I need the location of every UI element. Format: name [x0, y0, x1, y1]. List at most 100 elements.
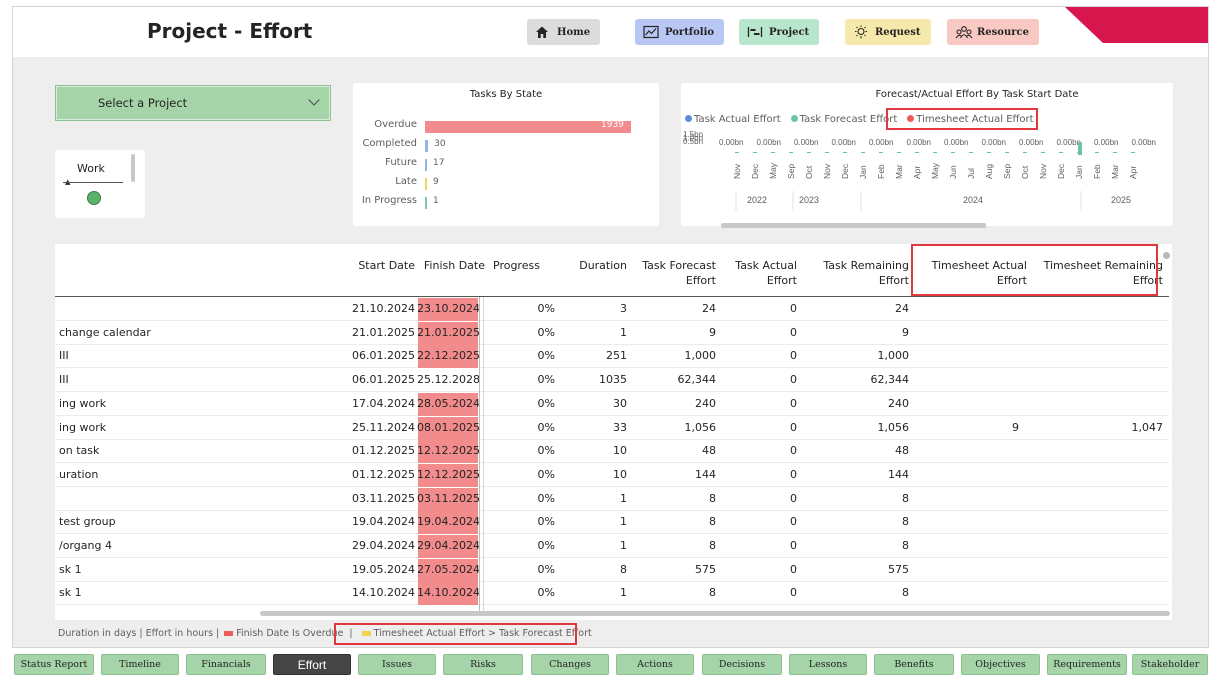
tab-lessons[interactable]: Lessons — [789, 654, 867, 675]
tab-timeline[interactable]: Timeline — [101, 654, 179, 675]
cell-remaining: 62,344 — [870, 373, 910, 387]
column-header[interactable]: Task Actual Effort — [735, 258, 797, 288]
column-header[interactable]: Progress — [493, 258, 540, 273]
nav-resource-button[interactable]: Resource — [947, 19, 1039, 45]
cell-ts-remaining: 1,047 — [1131, 420, 1164, 434]
tab-decisions[interactable]: Decisions — [702, 654, 782, 675]
cell-remaining: 240 — [888, 396, 909, 410]
column-header-line1: Duration — [579, 259, 627, 272]
tab-benefits[interactable]: Benefits — [874, 654, 954, 675]
nav-home-button[interactable]: Home — [527, 19, 601, 45]
footnote-overdue: Finish Date Is Overdue — [236, 628, 344, 639]
table-row[interactable]: ing work 25.11.2024 08.01.2025 0% 33 1,056 0 1,… — [55, 416, 1169, 440]
data-label: 0.00bn — [757, 138, 781, 147]
cell-actual: 0 — [790, 420, 797, 434]
baseline-mark — [1077, 152, 1081, 153]
cell-finish: 03.11.2025 — [417, 491, 480, 505]
table-row[interactable]: ing work 17.04.2024 28.05.2024 0% 30 240 0 240 — [55, 392, 1169, 416]
tasks-state-bar[interactable] — [425, 178, 427, 190]
tab-financials[interactable]: Financials — [186, 654, 266, 675]
baseline-mark — [789, 152, 793, 153]
cell-actual: 0 — [790, 396, 797, 410]
highlight-footnote-box — [334, 623, 577, 645]
cell-progress: 0% — [537, 325, 555, 339]
month-tick-label: Jun — [948, 165, 958, 179]
series-bar — [1078, 142, 1082, 155]
column-header[interactable]: Start Date — [358, 258, 415, 273]
cell-finish: 29.04.2024 — [417, 539, 480, 552]
task-name-cell: /organg 4 — [59, 539, 112, 552]
nav-project-button[interactable]: Project — [739, 19, 820, 45]
table-row[interactable]: III 06.01.2025 22.12.2025 0% 251 1,000 0 1,000 — [55, 345, 1169, 369]
cell-actual: 0 — [790, 586, 797, 600]
table-row[interactable]: sk 1 19.05.2024 27.05.2024 0% 8 575 0 575 — [55, 558, 1169, 582]
legend-dot-icon — [685, 115, 692, 122]
tab-actions[interactable]: Actions — [616, 654, 694, 675]
tasks-state-row[interactable]: Completed 30 — [353, 138, 659, 154]
overdue-swatch — [224, 631, 234, 636]
column-header[interactable]: Task Forecast Effort — [642, 258, 716, 288]
tasks-state-row[interactable]: Overdue 1939 — [353, 119, 659, 135]
tab-issues[interactable]: Issues — [358, 654, 436, 675]
lightbulb-icon — [853, 25, 867, 39]
tasks-state-row[interactable]: Late 9 — [353, 176, 659, 192]
cell-remaining: 144 — [888, 467, 909, 481]
tab-effort[interactable]: Effort — [273, 654, 351, 675]
data-label: 0.00bn — [1019, 138, 1043, 147]
tasks-state-row[interactable]: Future 17 — [353, 157, 659, 173]
work-scrollbar[interactable] — [131, 154, 135, 182]
legend-item[interactable]: Task Actual Effort — [685, 114, 781, 125]
tasks-state-bar[interactable] — [425, 140, 429, 152]
baseline-mark — [1005, 152, 1009, 153]
vertical-scroll-thumb[interactable] — [1163, 252, 1170, 259]
cell-duration: 10 — [613, 444, 627, 458]
tasks-state-category: Overdue — [374, 119, 417, 130]
month-tick-label: Dec — [750, 163, 760, 179]
table-row[interactable]: test group 19.04.2024 19.04.2024 0% 1 8 0 8 — [55, 511, 1169, 535]
baseline-mark — [807, 152, 811, 153]
table-row[interactable]: uration 01.12.2025 12.12.2025 0% 10 144 0 144 — [55, 463, 1169, 487]
table-row[interactable]: on task 01.12.2025 12.12.2025 0% 10 48 0 48 — [55, 440, 1169, 464]
tasks-state-bar[interactable] — [425, 197, 427, 209]
table-row[interactable]: change calendar 21.01.2025 21.01.2025 0% 1 9 0… — [55, 321, 1169, 345]
table-row[interactable]: 03.11.2025 03.11.2025 0% 1 8 0 8 — [55, 487, 1169, 511]
nav-portfolio-button[interactable]: Portfolio — [635, 19, 725, 45]
cell-finish: 14.10.2024 — [417, 586, 480, 600]
cell-actual: 0 — [790, 444, 797, 458]
tab-changes[interactable]: Changes — [531, 654, 609, 675]
cell-finish: 22.12.2025 — [417, 349, 480, 363]
cell-duration: 251 — [606, 349, 627, 363]
tasks-state-bar[interactable] — [425, 159, 427, 171]
month-tick-label: Nov — [1038, 163, 1048, 179]
cell-duration: 1035 — [599, 373, 627, 387]
table-row[interactable]: sk 1 14.10.2024 14.10.2024 0% 1 8 0 8 — [55, 582, 1169, 606]
column-header[interactable]: Duration — [579, 258, 627, 273]
cell-remaining: 1,000 — [877, 349, 910, 363]
table-row[interactable]: 21.10.2024 23.10.2024 0% 3 24 0 24 — [55, 298, 1169, 321]
table-row[interactable]: /organg 4 29.04.2024 29.04.2024 0% 1 8 0 8 — [55, 535, 1169, 558]
tab-status-report[interactable]: Status Report — [14, 654, 94, 675]
tasks-state-value: 1 — [433, 196, 439, 206]
cell-progress: 0% — [537, 302, 555, 315]
project-select-dropdown[interactable]: Select a Project — [55, 85, 331, 121]
tab-requirements[interactable]: Requirements — [1047, 654, 1127, 675]
report-canvas: Project - Effort Home Portfolio Project … — [12, 6, 1209, 648]
task-effort-table: Start Date Finish Date Progress Duration Tas… — [55, 244, 1172, 620]
cell-remaining: 8 — [902, 515, 909, 529]
cell-forecast: 8 — [709, 539, 716, 552]
cell-progress: 0% — [537, 420, 555, 434]
tasks-state-row[interactable]: In Progress 1 — [353, 195, 659, 211]
legend-item[interactable]: Task Forecast Effort — [790, 114, 897, 125]
baseline-mark — [825, 152, 829, 153]
nav-resource-label: Resource — [977, 26, 1029, 38]
tab-objectives[interactable]: Objectives — [961, 654, 1040, 675]
tab-stakeholder[interactable]: Stakeholder — [1132, 654, 1208, 675]
cell-start: 17.04.2024 — [352, 396, 415, 410]
horizontal-scrollbar[interactable] — [260, 611, 1170, 616]
nav-request-button[interactable]: Request — [845, 19, 931, 45]
cell-forecast: 24 — [702, 302, 716, 315]
column-header[interactable]: Finish Date — [424, 258, 485, 273]
tab-risks[interactable]: Risks — [443, 654, 523, 675]
table-row[interactable]: III 06.01.2025 25.12.2028 0% 1035 62,344 0 62,3… — [55, 369, 1169, 393]
column-header[interactable]: Task Remaining Effort — [823, 258, 909, 288]
